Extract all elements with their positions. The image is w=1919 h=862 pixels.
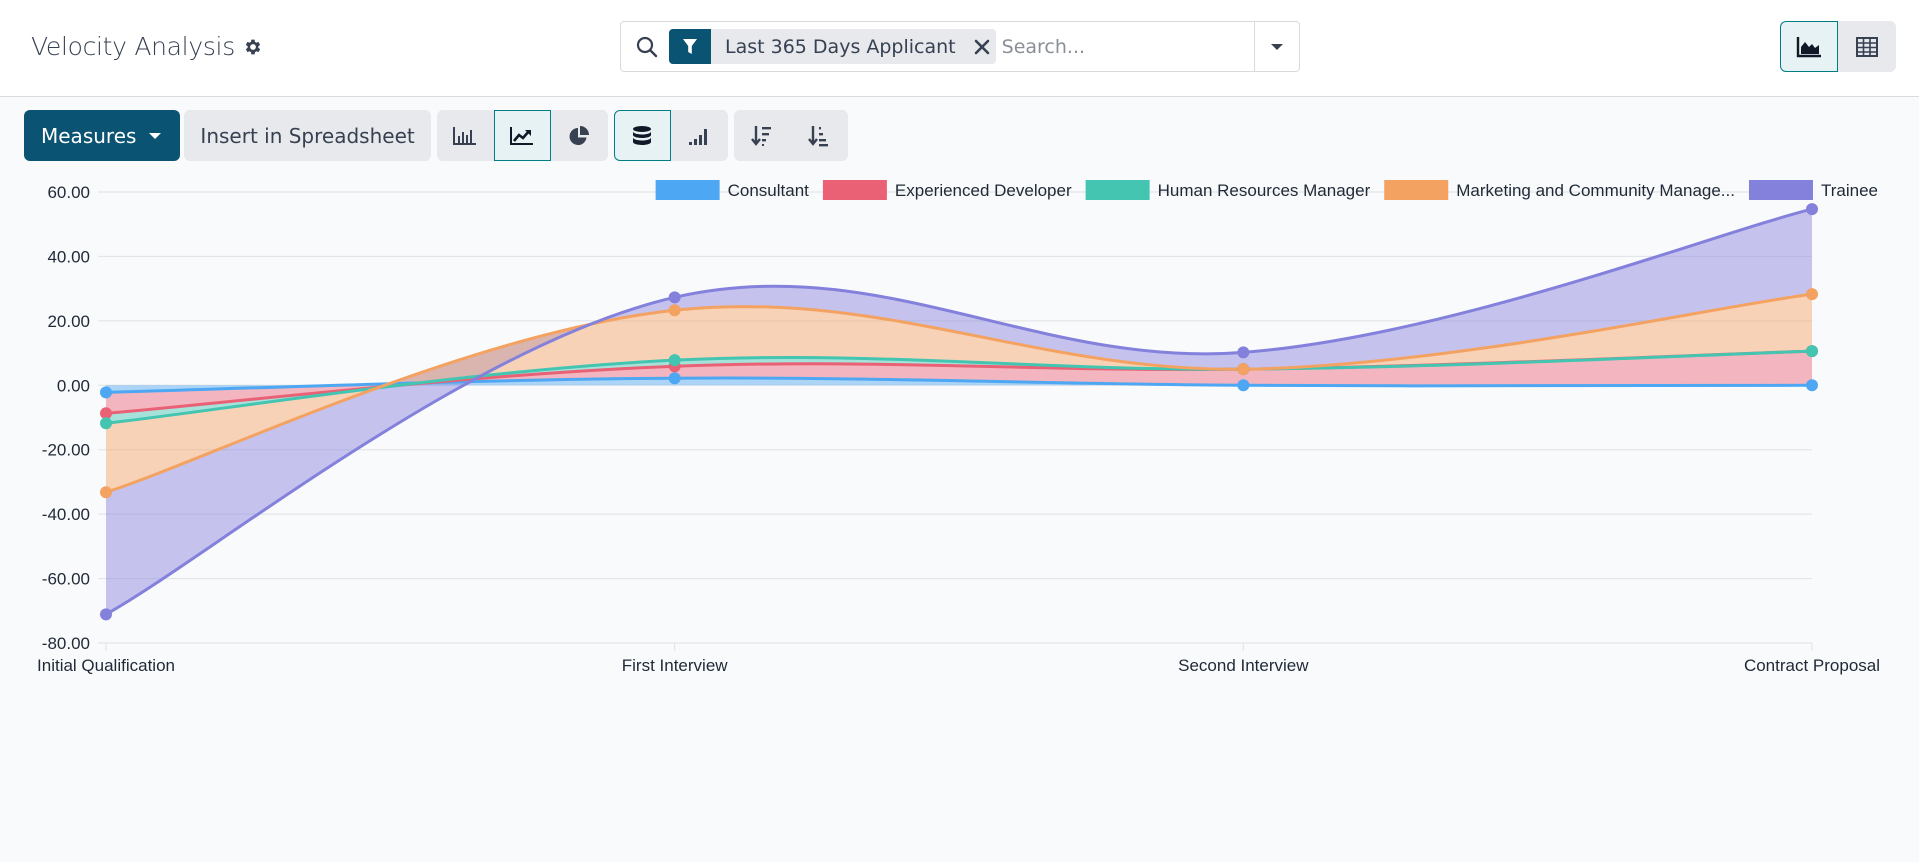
stacked-area-chart: 60.00 40.00 20.00 0.00 -20.00 -40.00 -60.00 -80…: [37, 180, 1880, 675]
sort-amount-up-icon: [808, 125, 829, 146]
point-human-resources-manager: [1806, 345, 1818, 358]
point-consultant: [1806, 379, 1818, 392]
control-panel: Velocity Analysis Last 365 Days Applican…: [0, 0, 1919, 97]
area-trainee: [106, 209, 1812, 615]
signal-icon: [689, 128, 708, 145]
y-tick-label: 0.00: [57, 376, 90, 395]
point-marketing-and-community-manage: [1237, 363, 1250, 376]
point-consultant: [668, 372, 681, 385]
point-trainee: [1237, 346, 1250, 359]
legend-label: Marketing and Community Manage...: [1456, 181, 1735, 200]
x-tick-label: Contract Proposal: [1744, 656, 1880, 675]
stacked-button[interactable]: [613, 110, 671, 161]
measures-label: Measures: [41, 123, 137, 148]
facet-label: Last 365 Days Applicant: [725, 35, 956, 58]
caret-down-icon: [1271, 43, 1283, 50]
y-tick-label: 20.00: [47, 312, 90, 331]
point-consultant: [100, 386, 112, 399]
graph-toolbar: Measures Insert in Spreadsheet: [24, 110, 848, 161]
point-marketing-and-community-manage: [1806, 288, 1818, 301]
y-tick-label: -60.00: [42, 570, 90, 589]
search-icon[interactable]: [635, 35, 659, 59]
search-bar: Last 365 Days Applicant: [620, 21, 1300, 72]
pie-chart-button[interactable]: [551, 110, 608, 161]
breadcrumb: Velocity Analysis: [31, 32, 263, 61]
y-tick-label: 40.00: [47, 247, 90, 266]
sort-descending-button[interactable]: [734, 110, 791, 161]
sort-ascending-button[interactable]: [791, 110, 848, 161]
insert-in-spreadsheet-button[interactable]: Insert in Spreadsheet: [184, 110, 431, 161]
filter-icon: [669, 29, 711, 64]
bar-chart-icon: [453, 126, 477, 145]
gear-icon[interactable]: [243, 37, 263, 57]
graph-view-button[interactable]: [1780, 21, 1838, 72]
view-switcher: [1780, 21, 1896, 72]
y-tick-label: 60.00: [47, 183, 90, 202]
legend-label: Trainee: [1821, 181, 1878, 200]
database-icon: [633, 125, 652, 145]
search-input[interactable]: [1001, 35, 1252, 58]
chart-container: 60.00 40.00 20.00 0.00 -20.00 -40.00 -60.00 -80…: [0, 180, 1919, 857]
pie-chart-icon: [569, 125, 590, 145]
measures-button[interactable]: Measures: [24, 110, 181, 161]
point-human-resources-manager: [100, 417, 112, 430]
legend-swatch: [655, 180, 720, 200]
x-tick-label: Second Interview: [1178, 656, 1309, 675]
point-trainee: [668, 291, 681, 304]
point-trainee: [1806, 203, 1818, 216]
pivot-view-button[interactable]: [1838, 21, 1896, 72]
cumulative-button[interactable]: [671, 110, 728, 161]
point-consultant: [1237, 379, 1250, 392]
legend-swatch: [1748, 180, 1813, 200]
y-tick-label: -40.00: [42, 505, 90, 524]
legend-swatch: [1085, 180, 1150, 200]
legend-label: Consultant: [728, 181, 810, 200]
mode-group: [613, 110, 728, 161]
bar-chart-button[interactable]: [437, 110, 494, 161]
legend-label: Human Resources Manager: [1158, 181, 1371, 200]
legend-swatch: [1384, 180, 1449, 200]
insert-label: Insert in Spreadsheet: [200, 123, 415, 148]
area-chart-icon: [1796, 36, 1821, 57]
caret-down-icon: [149, 132, 162, 139]
point-marketing-and-community-manage: [668, 304, 681, 317]
legend-swatch: [822, 180, 887, 200]
table-icon: [1856, 36, 1878, 57]
x-tick-label: First Interview: [622, 656, 729, 675]
y-tick-label: -20.00: [42, 441, 90, 460]
sort-group: [733, 110, 848, 161]
x-tick-label: Initial Qualification: [37, 656, 175, 675]
search-facet: Last 365 Days Applicant: [669, 29, 996, 64]
search-options-toggle[interactable]: [1254, 22, 1299, 71]
point-human-resources-manager: [668, 354, 681, 367]
point-trainee: [100, 608, 112, 621]
line-chart-icon: [510, 126, 534, 145]
legend-label: Experienced Developer: [895, 181, 1072, 200]
sort-amount-down-icon: [751, 125, 772, 146]
page-title: Velocity Analysis: [31, 32, 235, 61]
y-tick-label: -80.00: [42, 634, 90, 653]
close-icon[interactable]: [968, 29, 996, 64]
chart-type-group: [436, 110, 608, 161]
point-marketing-and-community-manage: [100, 486, 112, 499]
line-chart-button[interactable]: [493, 110, 551, 161]
